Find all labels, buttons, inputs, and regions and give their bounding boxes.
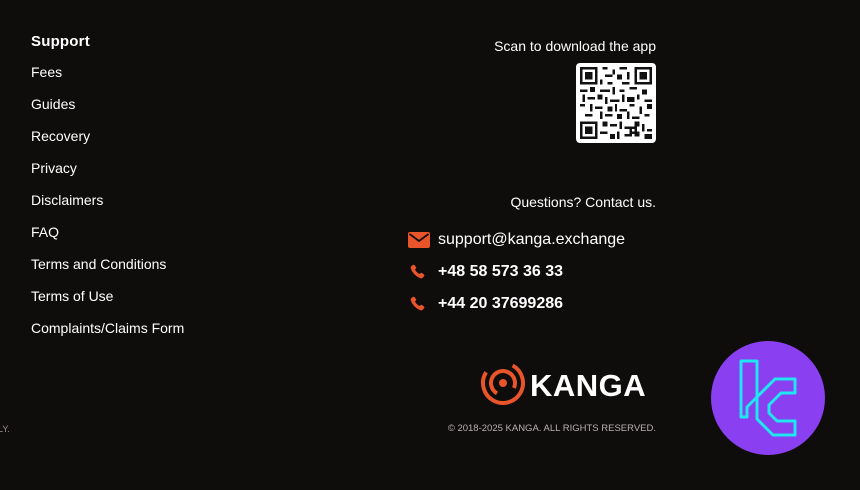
contact-phone-2[interactable]: +44 20 37699286 [438,295,563,313]
tc-logo-badge-icon [711,341,825,455]
kanga-wordmark: KANGA [530,367,647,403]
support-link-terms-conditions[interactable]: Terms and Conditions [31,253,184,285]
clipped-text-fragment: LY. [0,424,10,434]
support-link-recovery[interactable]: Recovery [31,125,184,157]
support-links: Fees Guides Recovery Privacy Disclaimers… [31,61,184,349]
support-link-guides[interactable]: Guides [31,93,184,125]
contact-phone-row-1: +48 58 573 36 33 [408,256,625,288]
contact-email-link[interactable]: support@kanga.exchange [438,231,625,249]
contact-phone-1[interactable]: +48 58 573 36 33 [438,263,563,281]
contact-phone-row-2: +44 20 37699286 [408,288,625,320]
contact-email-row: support@kanga.exchange [408,224,625,256]
support-link-fees[interactable]: Fees [31,61,184,93]
kanga-logo[interactable]: KANGA [480,360,646,411]
contact-list: support@kanga.exchange +48 58 573 36 33 … [408,224,625,320]
support-link-disclaimers[interactable]: Disclaimers [31,189,184,221]
envelope-icon [408,232,438,248]
support-link-terms-of-use[interactable]: Terms of Use [31,285,184,317]
support-section: Support Fees Guides Recovery Privacy Dis… [31,33,184,349]
qr-code-icon[interactable] [576,63,656,143]
support-link-faq[interactable]: FAQ [31,221,184,253]
support-heading: Support [31,33,90,50]
copyright-text: © 2018-2025 KANGA. ALL RIGHTS RESERVED. [447,423,656,434]
kanga-logo-icon [480,360,526,411]
scan-app-text: Scan to download the app [494,38,656,54]
contact-heading: Questions? Contact us. [510,194,656,210]
support-link-complaints[interactable]: Complaints/Claims Form [31,317,184,349]
phone-icon [408,263,438,281]
support-link-privacy[interactable]: Privacy [31,157,184,189]
phone-icon [408,295,438,313]
